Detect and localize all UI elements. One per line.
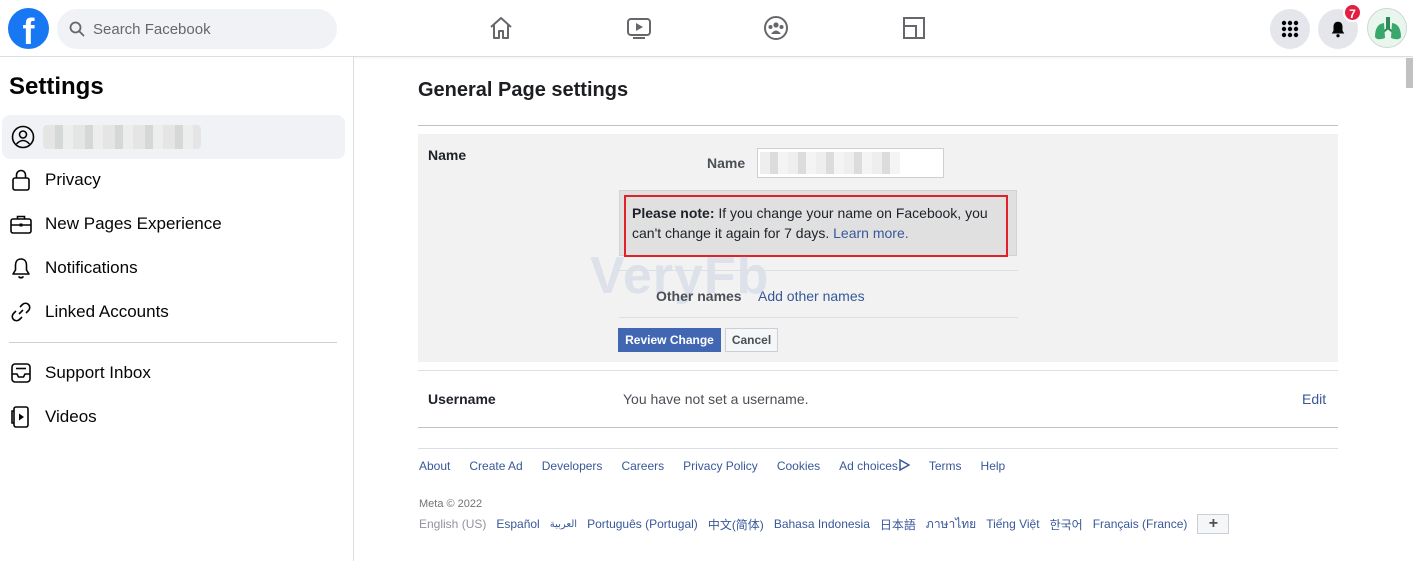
sidebar-item-label: New Pages Experience (45, 214, 222, 233)
current-language: English (US) (419, 517, 487, 531)
cancel-button[interactable]: Cancel (725, 328, 778, 352)
menu-grid-button[interactable] (1270, 9, 1310, 49)
sidebar-item-new-pages-experience[interactable]: New Pages Experience (0, 202, 345, 246)
footer-link-privacy-policy[interactable]: Privacy Policy (683, 459, 758, 473)
language-option[interactable]: Tiếng Việt (986, 517, 1039, 531)
sidebar-item-privacy[interactable]: Privacy (0, 158, 345, 202)
language-option[interactable]: Español (496, 517, 539, 531)
footer-link-developers[interactable]: Developers (542, 459, 603, 473)
footer-link-about[interactable]: About (419, 459, 450, 473)
sidebar-item-label: Notifications (45, 258, 138, 277)
sidebar-item-videos[interactable]: Videos (0, 395, 345, 439)
inbox-icon (8, 360, 34, 386)
sidebar-item-label: Videos (45, 407, 97, 426)
search-icon (69, 21, 85, 37)
sidebar-item-label: Linked Accounts (45, 302, 169, 321)
name-input-field[interactable] (757, 148, 944, 178)
name-section-label: Name (428, 147, 467, 163)
sidebar-item-page-profile[interactable] (2, 115, 345, 159)
bell-icon (1331, 21, 1345, 38)
sidebar-item-label: Support Inbox (45, 363, 151, 382)
divider (418, 370, 1338, 371)
language-option[interactable]: Bahasa Indonesia (774, 517, 870, 531)
search-input[interactable] (93, 20, 313, 38)
facebook-logo[interactable]: f (8, 8, 49, 49)
ad-choices-label: Ad choices (839, 459, 898, 473)
blurred-page-name (43, 125, 201, 149)
language-option[interactable]: ภาษาไทย (926, 515, 976, 534)
language-option[interactable]: العربية (550, 519, 577, 530)
footer-divider (418, 448, 1338, 449)
footer-link-cookies[interactable]: Cookies (777, 459, 820, 473)
language-option[interactable]: 한국어 (1050, 516, 1083, 533)
profile-avatar[interactable] (1367, 8, 1407, 48)
notification-count-badge: 7 (1343, 3, 1362, 22)
username-section-label: Username (428, 391, 496, 407)
menu-grid-icon (1281, 20, 1299, 38)
top-navigation-bar: f 7 (0, 0, 1413, 57)
watch-icon[interactable] (625, 14, 653, 42)
sidebar-title: Settings (9, 73, 104, 100)
footer-link-help[interactable]: Help (981, 459, 1006, 473)
divider (418, 125, 1338, 126)
bell-icon (8, 255, 34, 281)
sidebar-item-linked-accounts[interactable]: Linked Accounts (0, 290, 345, 334)
language-selector: English (US) Español العربية Português (… (419, 514, 1230, 534)
more-languages-button[interactable]: + (1197, 514, 1230, 534)
language-option[interactable]: 中文(简体) (708, 516, 764, 533)
page-title: General Page settings (418, 79, 629, 101)
add-other-names-link[interactable]: Add other names (758, 288, 865, 304)
footer-links: About Create Ad Developers Careers Priva… (419, 458, 1006, 473)
divider (619, 317, 1018, 318)
settings-sidebar: Settings Privacy New Pages Experience No… (0, 57, 354, 561)
sidebar-divider (9, 342, 337, 343)
other-names-label: Other names (656, 288, 742, 304)
search-box[interactable] (57, 9, 337, 49)
gaming-icon[interactable] (900, 14, 928, 42)
blurred-name-value (760, 152, 900, 174)
divider (418, 427, 1338, 428)
footer-link-ad-choices[interactable]: Ad choices (839, 458, 911, 473)
home-icon[interactable] (487, 14, 515, 42)
name-field-label: Name (707, 155, 746, 171)
profile-icon (10, 124, 36, 150)
groups-icon[interactable] (762, 14, 790, 42)
sidebar-item-label: Privacy (45, 170, 101, 189)
language-option[interactable]: Português (Portugal) (587, 517, 698, 531)
language-option[interactable]: Français (France) (1093, 517, 1188, 531)
notifications-button[interactable]: 7 (1318, 3, 1362, 49)
divider (619, 270, 1018, 271)
footer-link-create-ad[interactable]: Create Ad (469, 459, 522, 473)
sidebar-item-support-inbox[interactable]: Support Inbox (0, 351, 345, 395)
briefcase-icon (8, 211, 34, 237)
ad-choices-icon (899, 458, 911, 472)
footer-link-terms[interactable]: Terms (929, 459, 962, 473)
copyright-text: Meta © 2022 (419, 498, 483, 510)
lock-icon (8, 167, 34, 193)
link-icon (8, 299, 34, 325)
lungs-logo-icon (1375, 17, 1401, 40)
username-edit-link[interactable]: Edit (1302, 391, 1326, 407)
review-change-button[interactable]: Review Change (618, 328, 721, 352)
language-option[interactable]: 日本語 (880, 516, 916, 533)
sidebar-item-notifications[interactable]: Notifications (0, 246, 345, 290)
footer-link-careers[interactable]: Careers (621, 459, 664, 473)
username-value: You have not set a username. (623, 391, 809, 407)
scrollbar-thumb[interactable] (1406, 58, 1413, 88)
video-icon (8, 404, 34, 430)
